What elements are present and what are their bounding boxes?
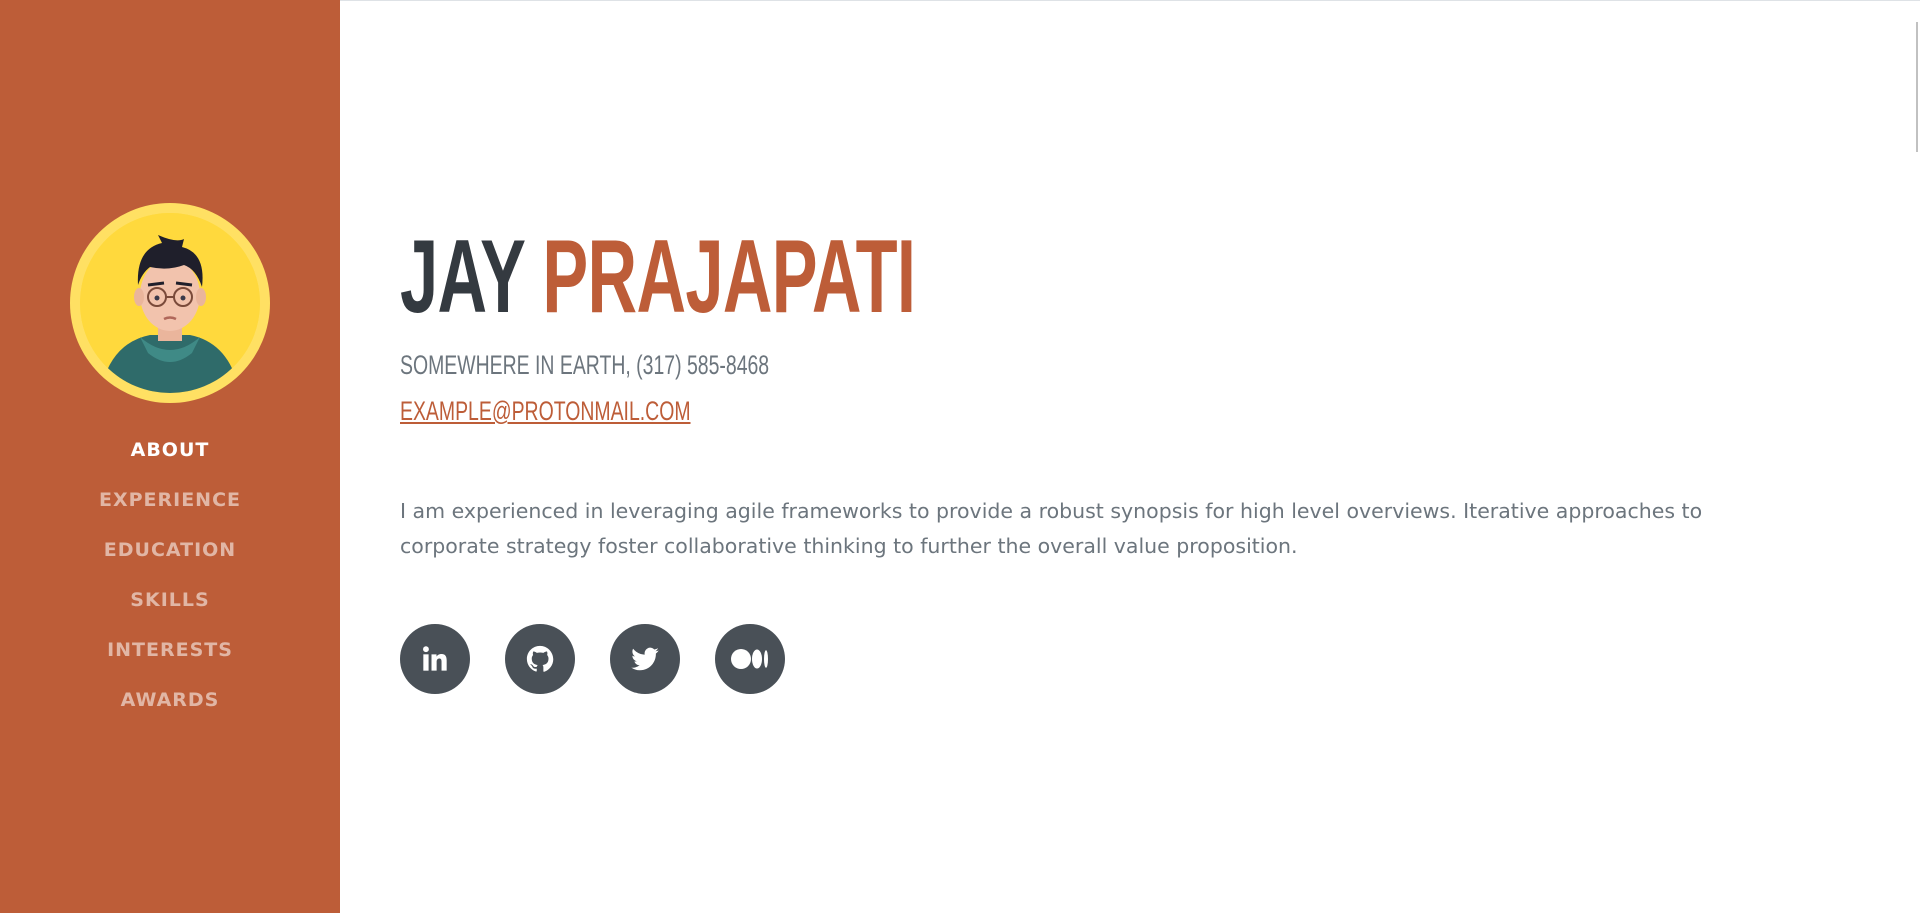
- nav-link-experience[interactable]: Experience: [99, 489, 241, 511]
- linkedin-button[interactable]: [400, 624, 470, 694]
- nav-item-about: About: [99, 425, 241, 475]
- nav-item-awards: Awards: [99, 675, 241, 725]
- social-icons: [400, 624, 785, 694]
- medium-button[interactable]: [715, 624, 785, 694]
- github-button[interactable]: [505, 624, 575, 694]
- last-name: PRAJAPATI: [542, 219, 916, 335]
- linkedin-icon: [423, 646, 447, 671]
- location-phone: SOMEWHERE IN EARTH, (317) 585-8468: [400, 350, 770, 380]
- nav-link-skills[interactable]: Skills: [130, 589, 209, 611]
- nav-link-about[interactable]: About: [131, 439, 210, 461]
- nav-item-interests: Interests: [99, 625, 241, 675]
- nav-item-skills: Skills: [99, 575, 241, 625]
- nav-link-education[interactable]: Education: [104, 539, 236, 561]
- nav-item-experience: Experience: [99, 475, 241, 525]
- about-section: JAY PRAJAPATI SOMEWHERE IN EARTH, (317) …: [400, 0, 1880, 913]
- nav-link-interests[interactable]: Interests: [107, 639, 233, 661]
- sidebar: About Experience Education Skills Intere…: [0, 0, 340, 913]
- avatar-illustration: [80, 213, 260, 393]
- about-lead: I am experienced in leveraging agile fra…: [400, 499, 1703, 558]
- page-title: JAY PRAJAPATI: [400, 225, 916, 329]
- nav-item-education: Education: [99, 525, 241, 575]
- profile-avatar: [70, 203, 270, 403]
- nav-link-awards[interactable]: Awards: [121, 689, 220, 711]
- twitter-button[interactable]: [610, 624, 680, 694]
- sidebar-nav: About Experience Education Skills Intere…: [99, 425, 241, 725]
- github-icon: [526, 645, 554, 672]
- email-link[interactable]: EXAMPLE@PROTONMAIL.COM: [400, 396, 691, 427]
- twitter-icon: [631, 647, 659, 671]
- first-name: JAY: [400, 219, 525, 335]
- medium-icon: [731, 649, 768, 669]
- scrollbar[interactable]: [1916, 22, 1918, 152]
